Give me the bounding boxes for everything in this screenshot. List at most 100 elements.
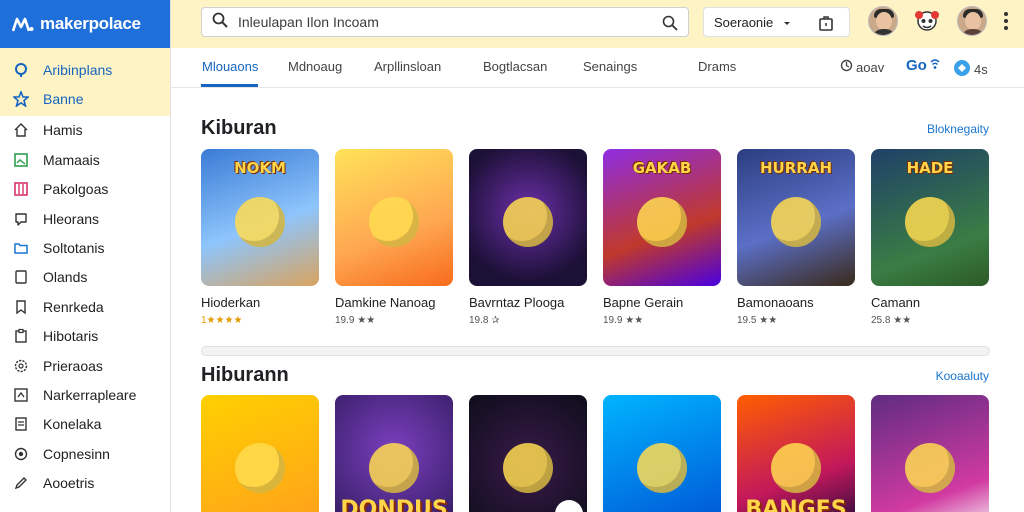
sidebar-item-9[interactable]: Hibotaris xyxy=(0,322,170,351)
app-card-title: Bapne Gerain xyxy=(603,295,684,310)
tab-extra-1-label: aoav xyxy=(856,59,885,75)
section-see-more-link[interactable]: Bloknegaity xyxy=(927,122,989,136)
notification-bell-icon[interactable] xyxy=(912,6,942,36)
mascot-illustration xyxy=(235,197,285,247)
sidebar-item-7[interactable]: Olands xyxy=(0,263,170,292)
app-card[interactable] xyxy=(871,395,989,512)
app-thumbnail[interactable]: HURRAH xyxy=(737,149,855,286)
app-thumbnail[interactable] xyxy=(469,395,587,512)
app-card-title: Damkine Nanoag xyxy=(335,295,436,310)
thumbnail-art-text: GAKAB xyxy=(632,159,692,177)
category-select-value: Soeraonie xyxy=(714,14,774,30)
package-icon[interactable] xyxy=(817,14,835,35)
sidebar-item-14[interactable]: Aooetris xyxy=(0,468,170,497)
sidebar-item-3[interactable]: Mamaais xyxy=(0,145,170,174)
brand-name: makerpolace xyxy=(40,14,141,33)
app-card-rating: 1★★★★ xyxy=(201,315,243,326)
app-card[interactable] xyxy=(469,395,587,512)
avatar[interactable] xyxy=(868,6,898,36)
sidebar-item-10[interactable]: Prieraoas xyxy=(0,351,170,380)
sidebar-item-6[interactable]: Soltotanis xyxy=(0,233,170,262)
app-grid: DONDUS BANGES xyxy=(201,395,989,512)
sidebar-item-label: Mamaais xyxy=(43,151,100,168)
store-icon xyxy=(13,387,29,403)
brand-logo[interactable]: makerpolace xyxy=(0,0,170,48)
refresh-icon xyxy=(840,59,853,75)
app-window: makerpolace Aribinplans Banne Hamis Mama xyxy=(0,0,1024,512)
wifi-icon xyxy=(930,57,940,74)
sidebar-item-0[interactable]: Aribinplans xyxy=(0,55,170,84)
tab-extra-3-label: 4s xyxy=(974,62,988,77)
app-card[interactable]: DONDUS xyxy=(335,395,453,512)
tab-2[interactable]: Arpllinsloan xyxy=(374,59,441,74)
sidebar-item-label: Renrkeda xyxy=(43,298,104,315)
sidebar-item-12[interactable]: Konelaka xyxy=(0,410,170,439)
section-see-more-link[interactable]: Kooaaluty xyxy=(936,369,989,383)
mascot-illustration xyxy=(503,197,553,247)
app-card[interactable]: BANGES xyxy=(737,395,855,512)
horizontal-scrollbar[interactable] xyxy=(201,346,990,356)
sidebar-item-label: Soltotanis xyxy=(43,240,105,257)
app-card[interactable]: Bavrntaz Plooga 19.8 ✰ xyxy=(469,149,587,326)
app-thumbnail[interactable]: DONDUS xyxy=(335,395,453,512)
sidebar-item-8[interactable]: Renrkeda xyxy=(0,292,170,321)
tab-5[interactable]: Drams xyxy=(698,59,736,74)
app-thumbnail[interactable] xyxy=(603,395,721,512)
more-options-icon[interactable] xyxy=(1004,12,1008,35)
sidebar-item-5[interactable]: Hleorans xyxy=(0,204,170,233)
sidebar-item-2[interactable]: Hamis xyxy=(0,116,170,145)
tab-0[interactable]: Mlouaons xyxy=(202,59,258,74)
app-card[interactable]: GAKAB Bapne Gerain 19.9 ★★ xyxy=(603,149,721,326)
app-thumbnail[interactable] xyxy=(469,149,587,286)
sidebar-item-11[interactable]: Narkerrapleare xyxy=(0,380,170,409)
tab-extra-2[interactable]: Go xyxy=(906,57,940,74)
app-thumbnail[interactable]: HADE xyxy=(871,149,989,286)
search-submit-icon[interactable] xyxy=(662,15,678,36)
tab-3[interactable]: Bogtlacsan xyxy=(483,59,547,74)
mascot-illustration xyxy=(369,197,419,247)
app-card[interactable] xyxy=(603,395,721,512)
sidebar-item-label: Copnesinn xyxy=(43,445,110,462)
app-thumbnail[interactable] xyxy=(871,395,989,512)
search-bar[interactable]: Inleulapan Ilon Incoam xyxy=(201,7,689,37)
thumbnail-art-text: NOKM xyxy=(234,159,286,177)
app-card[interactable]: HURRAH Bamonaoans 19.5 ★★ xyxy=(737,149,855,326)
tab-extra-3[interactable]: 4s xyxy=(953,59,988,80)
app-card-rating: 19.8 ✰ xyxy=(469,315,500,326)
app-card-rating: 19.9 ★★ xyxy=(603,315,644,326)
sidebar-item-4[interactable]: Pakolgoas xyxy=(0,175,170,204)
category-select[interactable]: Soeraonie xyxy=(703,7,850,37)
app-card[interactable] xyxy=(201,395,319,512)
sidebar-item-13[interactable]: Copnesinn xyxy=(0,439,170,468)
play-badge-icon[interactable] xyxy=(555,500,583,512)
app-card-title: Bavrntaz Plooga xyxy=(469,295,565,310)
bookmark-icon xyxy=(13,299,29,315)
section-title: Kiburan xyxy=(201,117,277,139)
top-bar: Inleulapan Ilon Incoam Soeraonie xyxy=(171,0,1024,48)
app-thumbnail[interactable] xyxy=(201,395,319,512)
app-card[interactable]: NOKM Hioderkan 1★★★★ xyxy=(201,149,319,326)
tab-1[interactable]: Mdnoaug xyxy=(288,59,342,74)
sidebar-item-label: Hleorans xyxy=(43,210,100,227)
app-thumbnail[interactable]: GAKAB xyxy=(603,149,721,286)
sidebar-item-1[interactable]: Banne xyxy=(0,84,170,113)
app-thumbnail[interactable]: NOKM xyxy=(201,149,319,286)
star-icon xyxy=(13,91,29,108)
app-card[interactable]: Damkine Nanoag 19.9 ★★ xyxy=(335,149,453,326)
app-card-title: Hioderkan xyxy=(201,295,261,310)
chat-bubble-icon xyxy=(13,211,29,227)
library-icon xyxy=(13,181,29,197)
document-icon xyxy=(13,416,29,432)
tab-4[interactable]: Senaings xyxy=(583,59,637,74)
app-card-title: Camann xyxy=(871,295,921,310)
app-thumbnail[interactable] xyxy=(335,149,453,286)
tab-extra-1[interactable]: aoav xyxy=(840,59,884,75)
app-thumbnail[interactable]: BANGES xyxy=(737,395,855,512)
profile-avatar[interactable] xyxy=(957,6,987,36)
sidebar-item-label: Prieraoas xyxy=(43,357,103,374)
thumbnail-art-text: HURRAH xyxy=(760,159,832,177)
app-card-rating: 19.9 ★★ xyxy=(335,315,376,326)
pencil-icon xyxy=(13,475,29,491)
search-input[interactable]: Inleulapan Ilon Incoam xyxy=(238,14,379,30)
app-card[interactable]: HADE Camann 25.8 ★★ xyxy=(871,149,989,326)
